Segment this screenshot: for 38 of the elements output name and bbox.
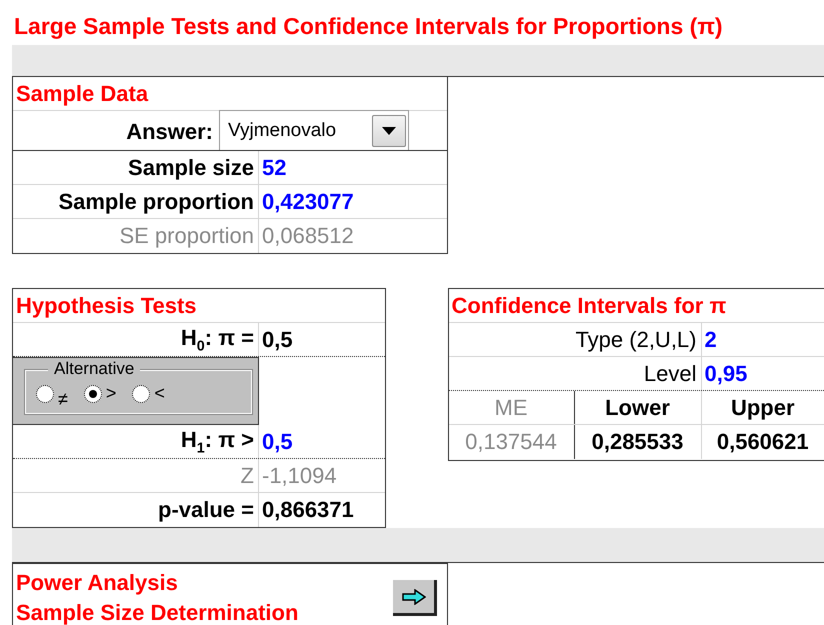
input-value[interactable]: 2 [704,326,717,352]
cell-value: -1,1094 [262,462,337,488]
section-title: Hypothesis Tests [16,292,197,318]
cell-value: 0,866371 [262,497,354,523]
cell-value: 0,068512 [262,223,354,249]
section-title: Confidence Intervals for π [452,292,726,318]
input-value[interactable]: 0,95 [704,360,748,386]
column-header: Upper [730,394,795,420]
dropdown-caret-icon[interactable] [372,114,406,146]
column-header: ME [494,394,528,420]
cell-label: Sample proportion [58,188,254,214]
cell-label: Level [644,360,696,386]
input-value[interactable]: 52 [262,154,286,180]
input-value[interactable]: 0,423077 [262,188,354,214]
input-value[interactable]: 0,5 [262,428,293,454]
page-title: Large Sample Tests and Confidence Intervals for Proportions (π) [14,13,723,40]
cell-label: H$_{1}$: π > [180,426,254,456]
cell-value: 0,560621 [716,429,809,455]
column-header: Lower [605,394,670,420]
cell-label: Type (2,U,L) [575,326,696,352]
cell-label: SE proportion [119,223,254,249]
cell-value: 0,285533 [592,429,684,455]
cell-value: 0,5 [262,326,293,352]
radio-option[interactable]: < [132,383,165,404]
section-title: Sample Data [16,80,148,106]
cell-value: 0,137544 [465,429,557,455]
cell-label: Sample size [128,154,254,180]
cell-label: H$_{0}$: π = [180,324,254,354]
answer-dropdown[interactable]: Vyjmenovalo [219,110,409,150]
radio-option[interactable]: > [84,383,116,404]
cell-label: p-value = [158,497,254,523]
section-title: Power Analysis [16,569,179,597]
arrow-button[interactable] [393,580,437,616]
field-label: Answer: [125,119,213,146]
arrow-right-icon [402,588,426,604]
radio-option[interactable]: ≠ [36,383,68,404]
cell-label: Z [240,462,254,488]
section-title: Sample Size Determination [16,599,298,625]
